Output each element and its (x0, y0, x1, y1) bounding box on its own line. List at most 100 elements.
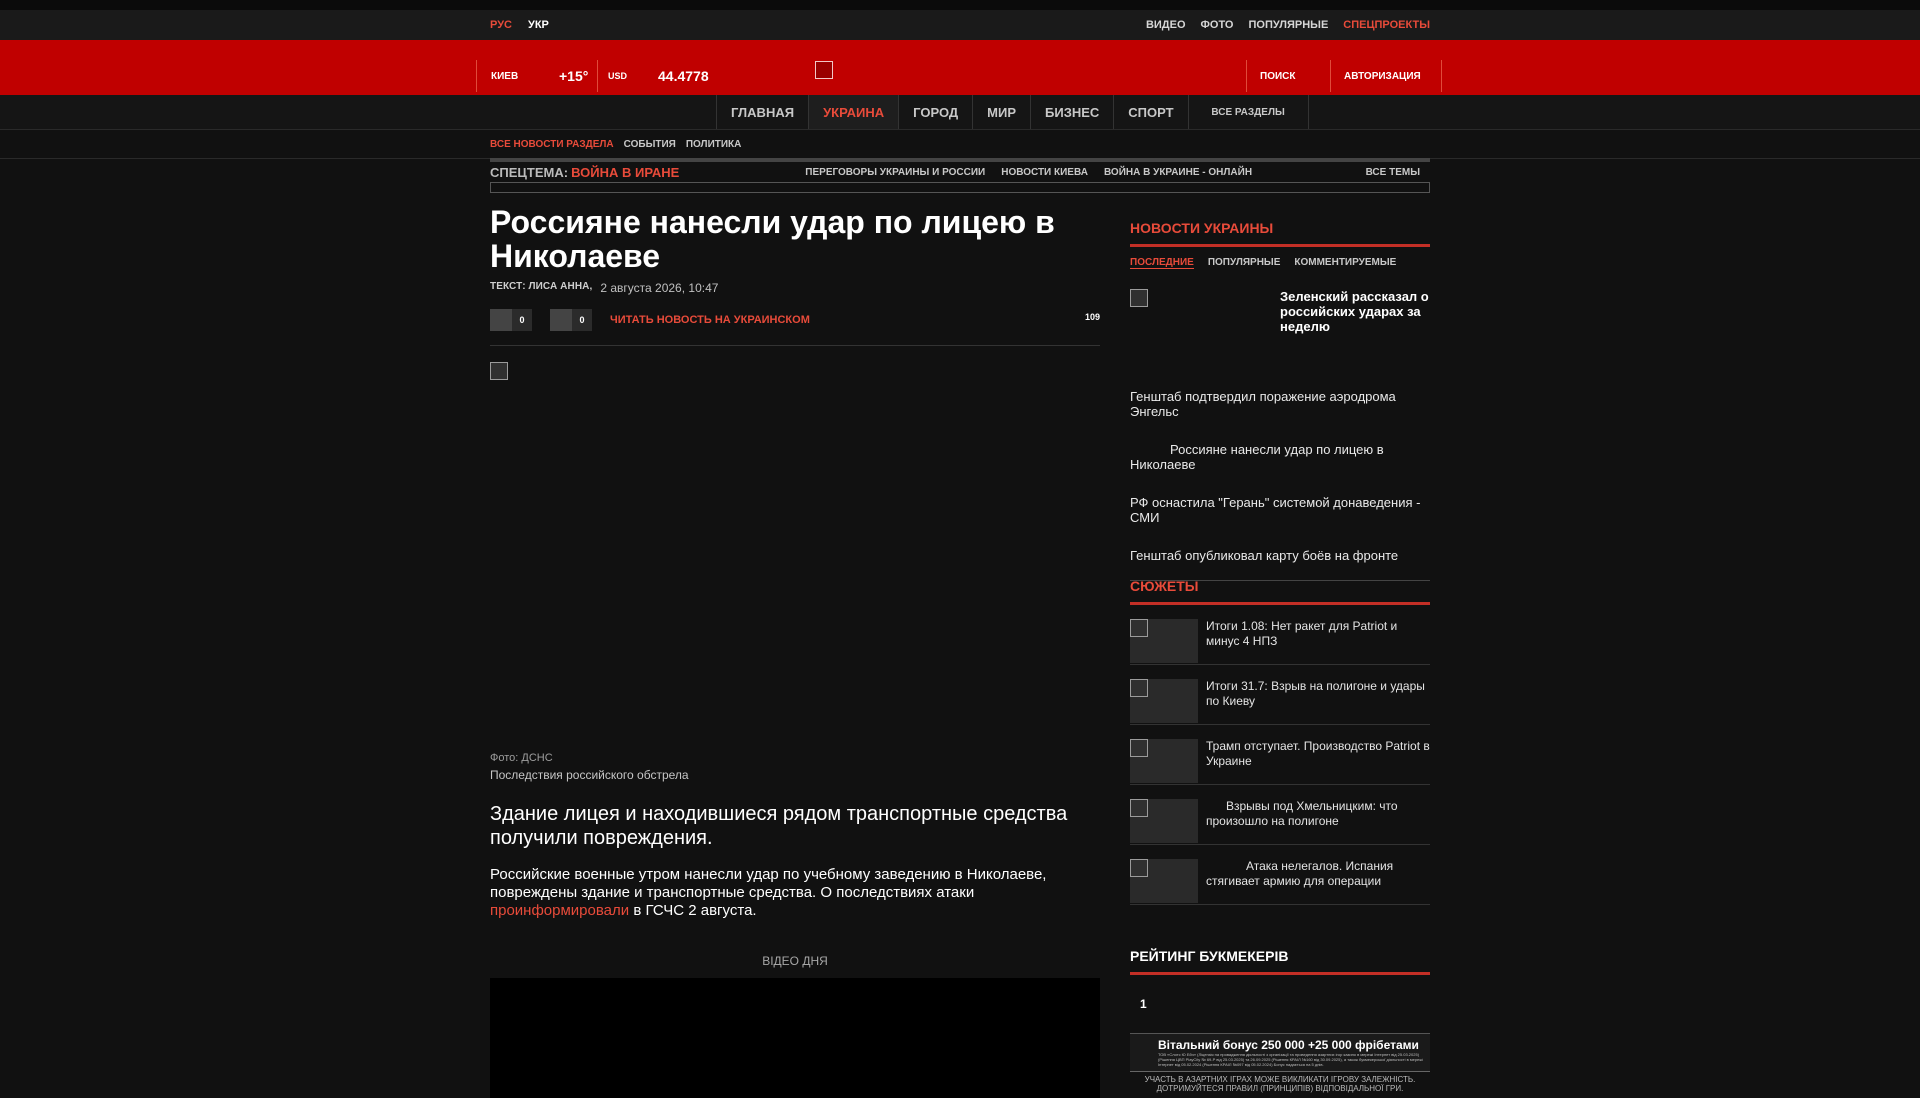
story-thumbnail (1130, 679, 1198, 723)
nav-item-all-sections[interactable]: ВСЕ РАЗДЕЛЫ (1189, 95, 1309, 129)
story-item[interactable]: Взрывы под Хмельницким: что произошло на… (1130, 785, 1430, 845)
top-links: ВИДЕО ФОТО ПОПУЛЯРНЫЕ СПЕЦПРОЕКТЫ (1146, 19, 1430, 31)
news-section-title[interactable]: НОВОСТИ УКРАИНЫ (1130, 220, 1430, 236)
broken-image-icon (1130, 799, 1148, 817)
spec-link-war-online[interactable]: ВОЙНА В УКРАИНЕ - ОНЛАЙН (1104, 167, 1252, 178)
tab-popular[interactable]: ПОПУЛЯРНЫЕ (1208, 257, 1281, 269)
list-item[interactable]: Генштаб опубликовал карту боёв на фронте (1130, 548, 1430, 563)
news-list: Генштаб подтвердил поражение аэродрома Э… (1130, 389, 1430, 563)
nav-item-ukraine[interactable]: УКРАИНА (809, 95, 900, 129)
tab-latest[interactable]: ПОСЛЕДНИЕ (1130, 257, 1194, 269)
story-thumbnail (1130, 739, 1198, 783)
top-link-popular[interactable]: ПОПУЛЯРНЫЕ (1248, 19, 1328, 31)
tab-commented[interactable]: КОММЕНТИРУЕМЫЕ (1294, 257, 1396, 269)
sidebar-news: НОВОСТИ УКРАИНЫ ПОСЛЕДНИЕ ПОПУЛЯРНЫЕ КОМ… (1130, 220, 1430, 581)
article-author[interactable]: ТЕКСТ: ЛИСА АННА, (490, 281, 592, 295)
read-in-ukrainian-link[interactable]: ЧИТАТЬ НОВОСТЬ НА УКРАИНСКОМ (610, 314, 810, 326)
top-link-photo[interactable]: ФОТО (1201, 19, 1234, 31)
bonus-title[interactable]: Вітальний бонус 250 000 +25 000 фрібетам… (1158, 1038, 1430, 1052)
spec-label: СПЕЦТЕМА: (490, 164, 569, 180)
article-date: 2 августа 2026, 10:47 (600, 281, 719, 295)
rating-section-title: РЕЙТИНГ БУКМЕКЕРІВ (1130, 948, 1289, 964)
nav-item-home[interactable]: ГЛАВНАЯ (717, 95, 810, 129)
broken-image-icon (1130, 679, 1148, 697)
featured-news[interactable]: Зеленский рассказал о российских ударах … (1130, 289, 1430, 389)
news-tabs: ПОСЛЕДНИЕ ПОПУЛЯРНЫЕ КОММЕНТИРУЕМЫЕ (1130, 257, 1430, 269)
list-item[interactable]: Генштаб подтвердил поражение аэродрома Э… (1130, 389, 1430, 419)
site-logo-image[interactable] (815, 61, 833, 79)
bookmaker-rating: РЕЙТИНГ БУКМЕКЕРІВ 1 Вітальний бонус 250… (1130, 948, 1430, 1093)
nav-item-city[interactable]: ГОРОД (899, 95, 974, 129)
featured-news-title[interactable]: Зеленский рассказал о российских ударах … (1280, 289, 1430, 334)
spec-link-negotiations[interactable]: ПЕРЕГОВОРЫ УКРАИНЫ И РОССИИ (805, 167, 985, 178)
story-title[interactable]: Трамп отступает. Производство Patriot в … (1206, 739, 1430, 784)
currency-rate: 44.4778 (658, 68, 709, 84)
spec-hot-topic[interactable]: ВОЙНА В ИРАНЕ (571, 165, 679, 180)
article-meta: ТЕКСТ: ЛИСА АННА, 2 августа 2026, 10:47 (490, 281, 1100, 295)
section-divider (1130, 244, 1430, 247)
main-header: КИЕВ +15° USD 44.4778 ПОИСК АВТОРИЗАЦИЯ (0, 40, 1920, 95)
bonus-legal-text: ТОВ «Слотс Ю Ейч» (Ліцензія на проваджен… (1158, 1052, 1423, 1067)
main-nav: ГЛАВНАЯ УКРАИНА ГОРОД МИР БИЗНЕС СПОРТ В… (716, 95, 1309, 129)
spec-all-topics[interactable]: ВСЕ ТЕМЫ (1366, 167, 1420, 178)
top-edge (0, 0, 1920, 10)
nav-item-business[interactable]: БИЗНЕС (1031, 95, 1115, 129)
broken-image-icon (1130, 619, 1148, 637)
spec-link-kyiv-news[interactable]: НОВОСТИ КИЕВА (1001, 167, 1088, 178)
story-item[interactable]: Атака нелегалов. Испания стягивает армию… (1130, 845, 1430, 905)
story-title[interactable]: Итоги 1.08: Нет ракет для Patriot и мину… (1206, 619, 1430, 664)
language-switch: РУС УКР (490, 19, 549, 31)
nav-item-sport[interactable]: СПОРТ (1114, 95, 1189, 129)
story-thumbnail (1130, 859, 1198, 903)
story-item[interactable]: Трамп отступает. Производство Patriot в … (1130, 725, 1430, 785)
story-item[interactable]: Итоги 31.7: Взрыв на полигоне и удары по… (1130, 665, 1430, 725)
section-subnav: ВСЕ НОВОСТИ РАЗДЕЛА СОБЫТИЯ ПОЛИТИКА (0, 130, 1920, 159)
search-button[interactable]: ПОИСК (1246, 60, 1342, 92)
video-player[interactable] (490, 978, 1100, 1098)
spec-theme-bar: СПЕЦТЕМА: ВОЙНА В ИРАНЕ ПЕРЕГОВОРЫ УКРАИ… (490, 162, 1430, 182)
subnav-politics[interactable]: ПОЛИТИКА (686, 139, 742, 150)
currency-code: USD (608, 71, 628, 81)
subnav-all-news[interactable]: ВСЕ НОВОСТИ РАЗДЕЛА (490, 139, 614, 150)
rating-position: 1 (1140, 997, 1147, 1011)
share-count: 0 (572, 309, 592, 331)
article-lead: Здание лицея и находившиеся рядом трансп… (490, 803, 1068, 849)
broken-image-icon (1130, 859, 1148, 877)
body-text-end: в ГСЧС 2 августа. (629, 902, 757, 919)
weather-temperature: +15° (559, 68, 589, 84)
body-text: Российские военные утром нанесли удар по… (490, 866, 1047, 901)
weather-city: КИЕВ (491, 70, 519, 82)
share-facebook[interactable]: 0 (490, 309, 532, 331)
photo-credit: Фото: ДСНС (490, 752, 553, 764)
story-title[interactable]: Итоги 31.7: Взрыв на полигоне и удары по… (1206, 679, 1430, 724)
subnav-events[interactable]: СОБЫТИЯ (624, 139, 676, 150)
photo-caption: Последствия российского обстрела (490, 768, 689, 782)
list-item[interactable]: Россияне нанесли удар по лицею в Николае… (1130, 442, 1430, 472)
story-title[interactable]: Взрывы под Хмельницким: что произошло на… (1206, 799, 1430, 844)
bonus-offer[interactable]: Вітальний бонус 250 000 +25 000 фрібетам… (1130, 1033, 1430, 1071)
view-count: 109 (1084, 312, 1100, 322)
share-telegram[interactable]: 0 (550, 309, 592, 331)
lang-ukr[interactable]: УКР (528, 19, 549, 31)
facebook-icon (490, 309, 512, 331)
broken-image-icon (490, 362, 508, 380)
list-item[interactable]: РФ оснастила "Герань" системой донаведен… (1130, 495, 1430, 525)
source-link[interactable]: проинформировали (490, 902, 629, 919)
main-nav-bar: ГЛАВНАЯ УКРАИНА ГОРОД МИР БИЗНЕС СПОРТ В… (0, 95, 1920, 130)
story-thumbnail (1130, 619, 1198, 663)
weather-widget[interactable]: КИЕВ +15° (476, 60, 588, 92)
story-title[interactable]: Атака нелегалов. Испания стягивает армию… (1206, 859, 1430, 904)
stories-section-title[interactable]: СЮЖЕТЫ (1130, 578, 1430, 594)
story-thumbnail (1130, 799, 1198, 843)
lang-rus[interactable]: РУС (490, 19, 512, 31)
login-button[interactable]: АВТОРИЗАЦИЯ (1330, 60, 1442, 92)
top-link-video[interactable]: ВИДЕО (1146, 19, 1186, 31)
top-link-specprojects[interactable]: СПЕЦПРОЕКТЫ (1343, 19, 1430, 31)
share-bar: 0 0 ЧИТАТЬ НОВОСТЬ НА УКРАИНСКОМ 109 (490, 309, 1100, 346)
article-body: Российские военные утром нанесли удар по… (490, 866, 1100, 920)
article: Россияне нанесли удар по лицею в Николае… (490, 205, 1100, 1098)
story-item[interactable]: Итоги 1.08: Нет ракет для Patriot и мину… (1130, 605, 1430, 665)
spec-links: ПЕРЕГОВОРЫ УКРАИНЫ И РОССИИ НОВОСТИ КИЕВ… (805, 167, 1252, 178)
nav-item-world[interactable]: МИР (973, 95, 1031, 129)
currency-widget[interactable]: USD 44.4778 (597, 60, 709, 92)
